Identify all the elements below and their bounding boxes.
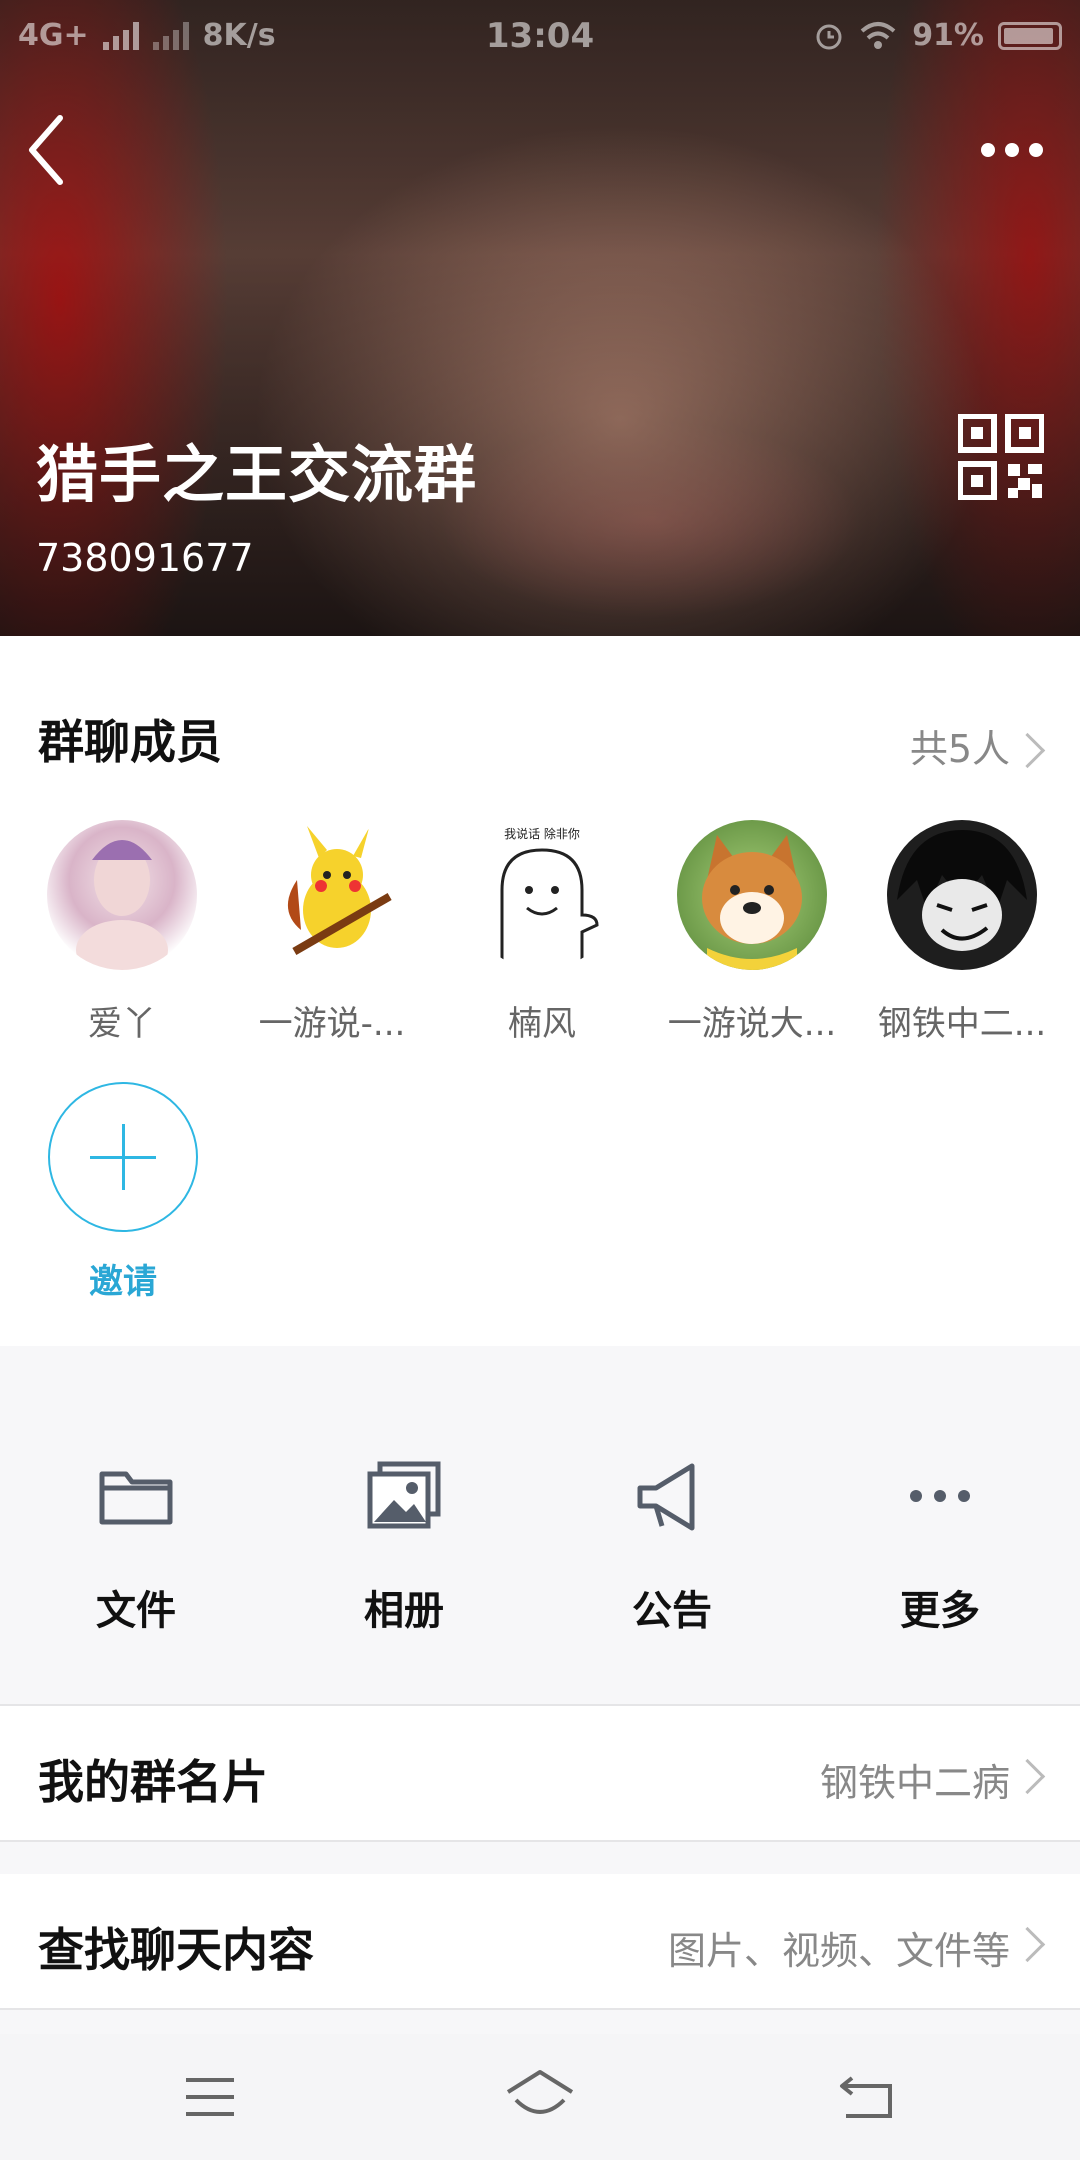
invite-label: 邀请 [89, 1262, 157, 1302]
wifi-icon [860, 21, 896, 49]
action-announcement[interactable]: 公告 [572, 1456, 772, 1636]
member-avatar-1[interactable]: 爱丫 [32, 820, 212, 1045]
svg-text:我说话 除非你: 我说话 除非你 [504, 826, 580, 841]
action-label: 相册 [364, 1588, 444, 1634]
search-chat-value: 图片、视频、文件等 [667, 1929, 1010, 1973]
qr-code-icon[interactable] [958, 414, 1044, 500]
group-id: 738091677 [36, 536, 254, 580]
more-dots-icon [910, 1490, 970, 1502]
plus-icon [48, 1082, 198, 1232]
members-count[interactable]: 共5人 [910, 718, 1010, 773]
row-divider [0, 1840, 1080, 1842]
search-chat-row[interactable]: 查找聊天内容 图片、视频、文件等 [0, 1874, 1080, 2008]
menu-icon[interactable] [182, 2074, 238, 2120]
members-title: 群聊成员 [38, 715, 222, 769]
status-bar: 4G+ 8K/s 13:04 91% [0, 0, 1080, 76]
action-album[interactable]: 相册 [304, 1456, 504, 1636]
chevron-right-icon [1009, 1926, 1046, 1963]
member-name: 钢铁中二... [877, 1004, 1047, 1044]
action-label: 更多 [900, 1588, 980, 1634]
actions-grid: 文件 相册 公告 更多 [0, 1346, 1080, 1704]
member-avatar-3[interactable]: 我说话 除非你 楠风 [452, 820, 632, 1045]
avatar [677, 820, 827, 970]
group-card-label: 我的群名片 [38, 1755, 268, 1809]
member-avatar-4[interactable]: 一游说大... [662, 820, 842, 1045]
group-card-row[interactable]: 我的群名片 钢铁中二病 [0, 1706, 1080, 1840]
album-icon [367, 1461, 441, 1529]
group-name: 猎手之王交流群 [36, 438, 478, 511]
invite-button[interactable]: 邀请 [48, 1082, 198, 1303]
member-avatar-2[interactable]: 一游说-... [242, 820, 422, 1045]
top-bar [0, 110, 1080, 190]
search-chat-label: 查找聊天内容 [38, 1923, 314, 1977]
avatar [47, 820, 197, 970]
more-options-icon[interactable] [972, 130, 1052, 170]
home-icon[interactable] [504, 2066, 576, 2122]
back-arrow-icon[interactable] [24, 110, 94, 190]
folder-icon [99, 1471, 173, 1525]
member-name: 一游说大... [667, 1004, 837, 1044]
row-divider [0, 2008, 1080, 2010]
action-more[interactable]: 更多 [840, 1456, 1040, 1636]
member-avatar-5[interactable]: 钢铁中二... [872, 820, 1052, 1045]
avatar: 我说话 除非你 [467, 820, 617, 970]
action-label: 公告 [632, 1588, 712, 1634]
avatar [887, 820, 1037, 970]
avatar [257, 820, 407, 970]
chevron-right-icon [1009, 1758, 1046, 1795]
battery-percent: 91% [912, 18, 984, 53]
megaphone-icon [637, 1463, 695, 1531]
member-name: 爱丫 [88, 1004, 156, 1044]
member-name: 一游说-... [258, 1004, 406, 1044]
alarm-icon [816, 24, 842, 49]
member-name: 楠风 [508, 1004, 576, 1044]
group-card-value: 钢铁中二病 [819, 1761, 1010, 1805]
members-section: 群聊成员 共5人 爱丫 一游说-... 我说话 除非你 楠风 一游说大... 钢… [0, 636, 1080, 1346]
action-files[interactable]: 文件 [36, 1456, 236, 1636]
chevron-right-icon [1009, 732, 1046, 769]
action-label: 文件 [96, 1588, 176, 1634]
battery-icon [998, 21, 1062, 50]
system-navigation-bar [0, 2034, 1080, 2160]
back-nav-icon[interactable] [838, 2072, 898, 2122]
